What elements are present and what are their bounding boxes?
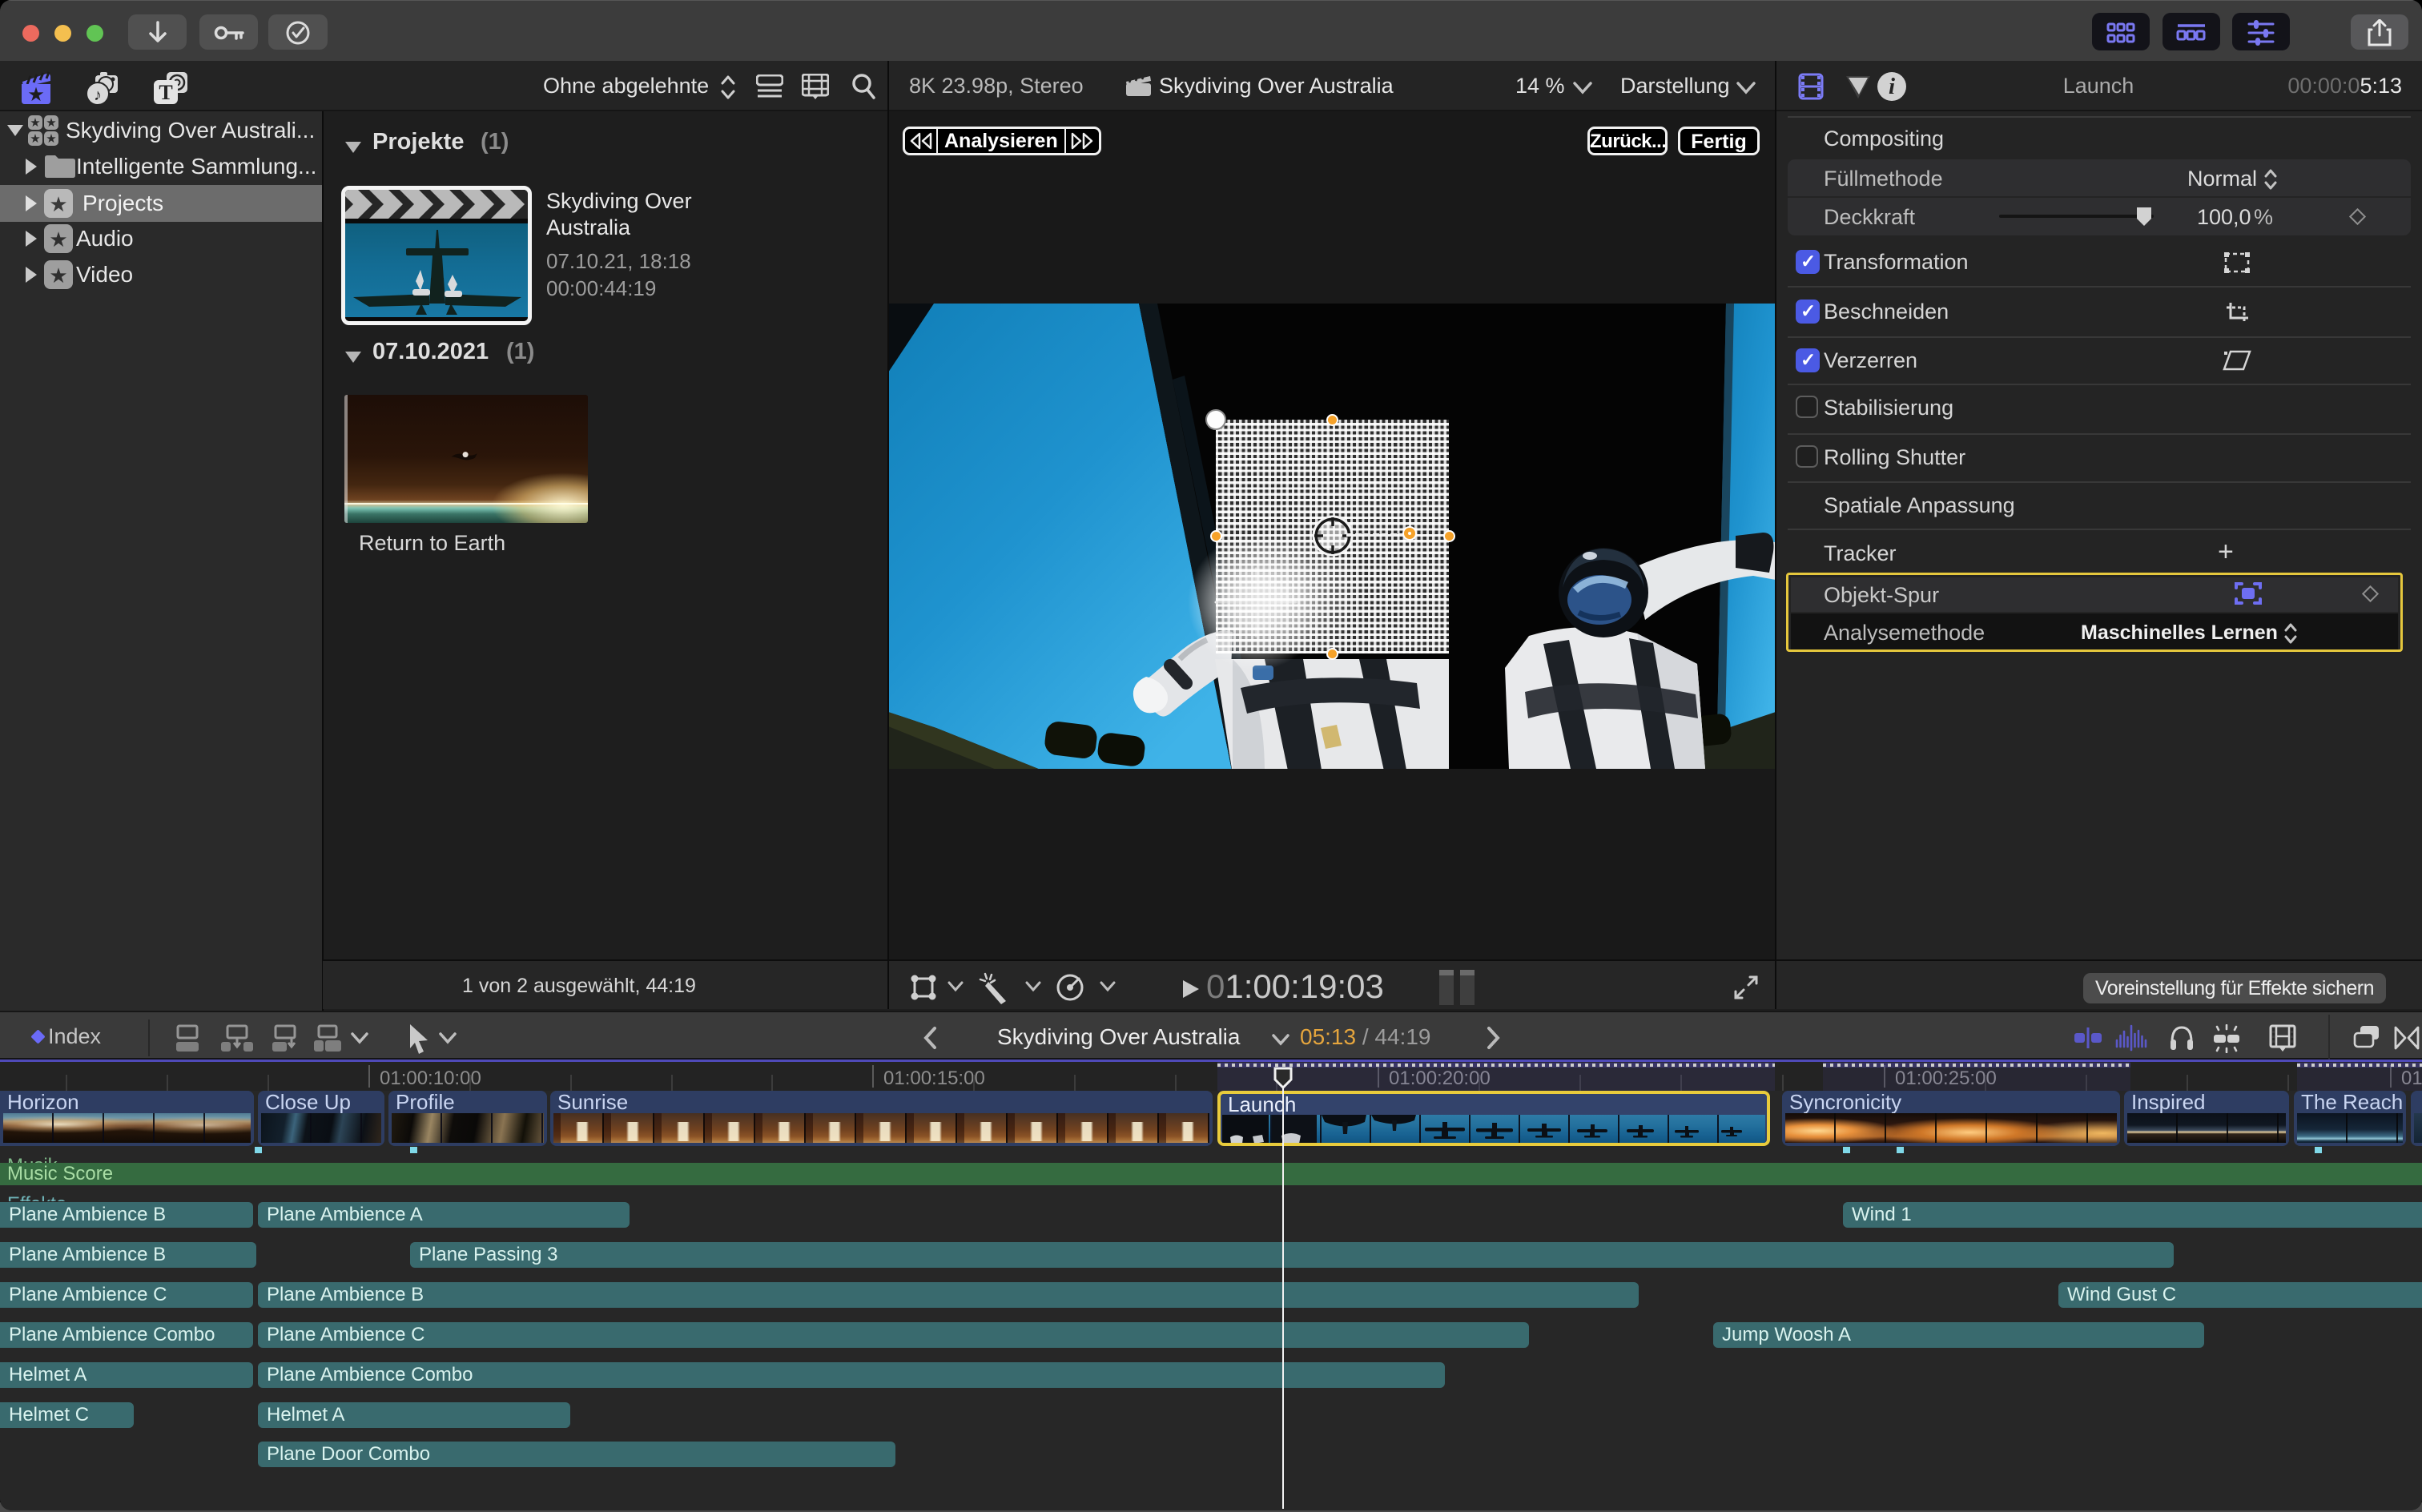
svg-text:★: ★ [46,132,56,146]
svg-text:T: T [159,81,172,104]
svg-text:★: ★ [27,84,45,105]
svg-text:♪: ♪ [94,86,102,104]
svg-text:★: ★ [30,116,40,130]
svg-text:★: ★ [30,132,40,146]
svg-text:★: ★ [46,116,56,130]
